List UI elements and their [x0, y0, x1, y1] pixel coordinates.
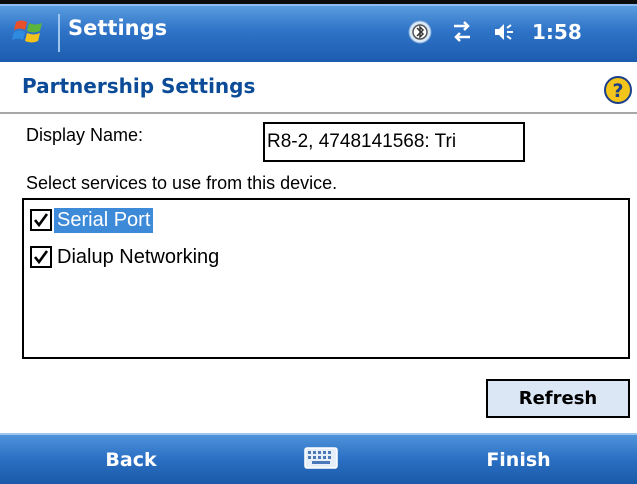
dialup-networking-checkbox[interactable] [30, 246, 52, 268]
display-name-label: Display Name: [26, 125, 144, 145]
services-list[interactable]: Serial Port Dialup Networking [22, 198, 630, 359]
services-instructions: Select services to use from this device. [26, 173, 338, 193]
help-icon[interactable]: ? [604, 76, 632, 104]
title-bar-highlight [0, 4, 637, 6]
checkmark-icon [33, 250, 49, 265]
page-title: Partnership Settings [22, 74, 256, 98]
list-item-serial-port[interactable]: Serial Port [30, 205, 154, 235]
title-bar: Settings 1:58 [0, 0, 637, 62]
bluetooth-icon[interactable] [408, 20, 432, 44]
refresh-button[interactable]: Refresh [486, 379, 630, 418]
windows-start-icon[interactable] [12, 14, 46, 48]
speaker-icon[interactable] [492, 20, 516, 44]
serial-port-checkbox[interactable] [30, 209, 52, 231]
title-separator [58, 14, 60, 52]
back-softkey[interactable]: Back [0, 435, 262, 484]
display-name-input[interactable]: R8-2, 4748141568: Tri [263, 122, 525, 162]
list-item-dialup-networking[interactable]: Dialup Networking [30, 242, 222, 272]
clock[interactable]: 1:58 [532, 20, 582, 44]
menu-bar: Back Finish [0, 433, 637, 484]
finish-softkey[interactable]: Finish [400, 435, 637, 484]
serial-port-label[interactable]: Serial Port [54, 207, 154, 233]
connectivity-icon[interactable] [448, 20, 476, 44]
status-icons: 1:58 [408, 14, 582, 50]
page-header: Partnership Settings ? [0, 62, 637, 114]
dialup-networking-label[interactable]: Dialup Networking [54, 245, 222, 270]
svg-text:?: ? [612, 80, 623, 102]
app-title[interactable]: Settings [68, 16, 167, 40]
checkmark-icon [33, 213, 49, 228]
keyboard-icon[interactable] [304, 445, 338, 471]
header-divider [0, 112, 637, 114]
